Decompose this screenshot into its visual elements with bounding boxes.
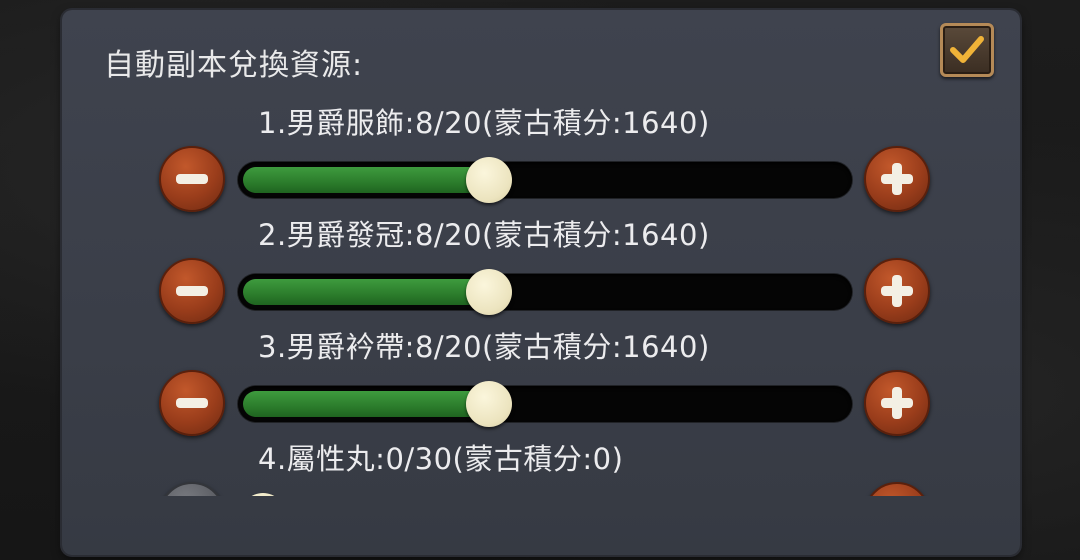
list-item: 1.男爵服飾:8/20(蒙古積分:1640) bbox=[62, 100, 1020, 212]
plus-icon bbox=[881, 163, 913, 195]
list-item: 4.屬性丸:0/30(蒙古積分:0) bbox=[62, 436, 1020, 496]
row-label: 2.男爵發冠:8/20(蒙古積分:1640) bbox=[258, 218, 710, 252]
plus-icon bbox=[881, 275, 913, 307]
decrease-button[interactable] bbox=[159, 146, 225, 212]
slider-knob[interactable] bbox=[466, 381, 512, 427]
resource-list[interactable]: 1.男爵服飾:8/20(蒙古積分:1640) 2.男爵發冠:8/20(蒙古積分:… bbox=[62, 100, 1020, 496]
increase-button[interactable] bbox=[864, 146, 930, 212]
slider-knob[interactable] bbox=[466, 269, 512, 315]
row-label: 1.男爵服飾:8/20(蒙古積分:1640) bbox=[258, 106, 710, 140]
minus-icon bbox=[176, 286, 208, 296]
quantity-slider[interactable] bbox=[238, 381, 852, 427]
panel-title: 自動副本兌換資源: bbox=[104, 48, 364, 83]
list-item: 2.男爵發冠:8/20(蒙古積分:1640) bbox=[62, 212, 1020, 324]
decrease-button[interactable] bbox=[159, 482, 225, 496]
plus-icon bbox=[866, 484, 928, 496]
increase-button[interactable] bbox=[864, 482, 930, 496]
slider-knob[interactable] bbox=[240, 493, 286, 496]
slider-fill bbox=[243, 167, 483, 193]
minus-icon bbox=[176, 174, 208, 184]
minus-icon bbox=[161, 484, 223, 496]
decrease-button[interactable] bbox=[159, 370, 225, 436]
row-label: 3.男爵衿帶:8/20(蒙古積分:1640) bbox=[258, 330, 710, 364]
increase-button[interactable] bbox=[864, 370, 930, 436]
checkmark-icon bbox=[950, 36, 984, 63]
increase-button[interactable] bbox=[864, 258, 930, 324]
auto-exchange-checkbox[interactable] bbox=[940, 23, 994, 77]
quantity-slider[interactable] bbox=[238, 157, 852, 203]
slider-fill bbox=[243, 279, 483, 305]
minus-icon bbox=[176, 398, 208, 408]
slider-knob[interactable] bbox=[466, 157, 512, 203]
row-label: 4.屬性丸:0/30(蒙古積分:0) bbox=[258, 442, 624, 476]
list-item: 3.男爵衿帶:8/20(蒙古積分:1640) bbox=[62, 324, 1020, 436]
quantity-slider[interactable] bbox=[238, 269, 852, 315]
plus-icon bbox=[881, 387, 913, 419]
decrease-button[interactable] bbox=[159, 258, 225, 324]
slider-fill bbox=[243, 391, 483, 417]
auto-exchange-panel: 自動副本兌換資源: 1.男爵服飾:8/20(蒙古積分:1640) 2.男爵發冠:… bbox=[62, 10, 1020, 555]
